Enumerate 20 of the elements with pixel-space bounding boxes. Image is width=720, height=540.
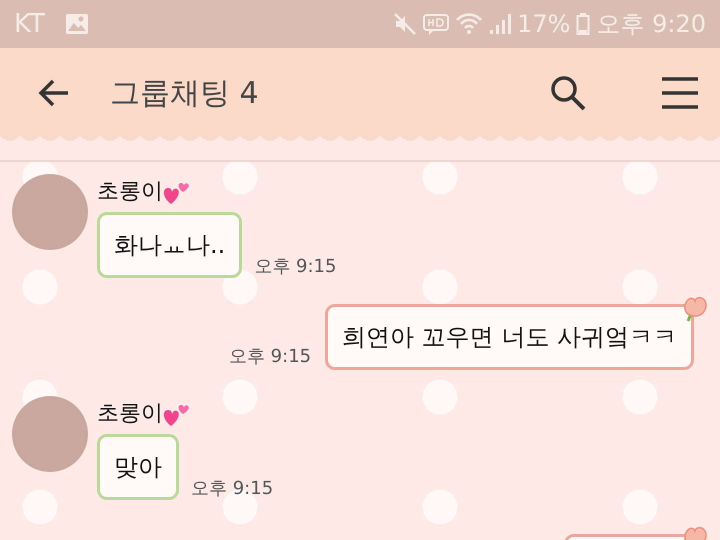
message-bubble: 맞아 — [97, 434, 179, 500]
battery-icon — [576, 12, 590, 36]
sender-name: 초롱이 — [97, 400, 163, 428]
image-icon — [64, 13, 89, 35]
message-time: 오후 9:15 — [191, 477, 274, 500]
mute-icon — [393, 12, 418, 36]
menu-icon — [660, 76, 700, 110]
peach-icon — [682, 294, 708, 322]
chat-title: 그룹채팅 4 — [110, 74, 259, 112]
hearts-icon — [163, 402, 191, 428]
hearts-icon — [163, 180, 191, 206]
menu-button[interactable] — [660, 76, 700, 110]
message-time: 오후 9:15 — [254, 255, 336, 278]
message-time: 오후 9:15 — [228, 345, 312, 368]
message-bubble: 희연아 꼬우면 너도 사귀엌ㅋㅋ — [325, 304, 694, 370]
message-bubble: 화나ㅛ나.. — [97, 212, 242, 278]
sender-name: 초롱이 — [97, 178, 163, 206]
hd-icon — [423, 12, 450, 36]
wifi-icon — [455, 12, 484, 36]
signal-icon — [489, 12, 512, 36]
